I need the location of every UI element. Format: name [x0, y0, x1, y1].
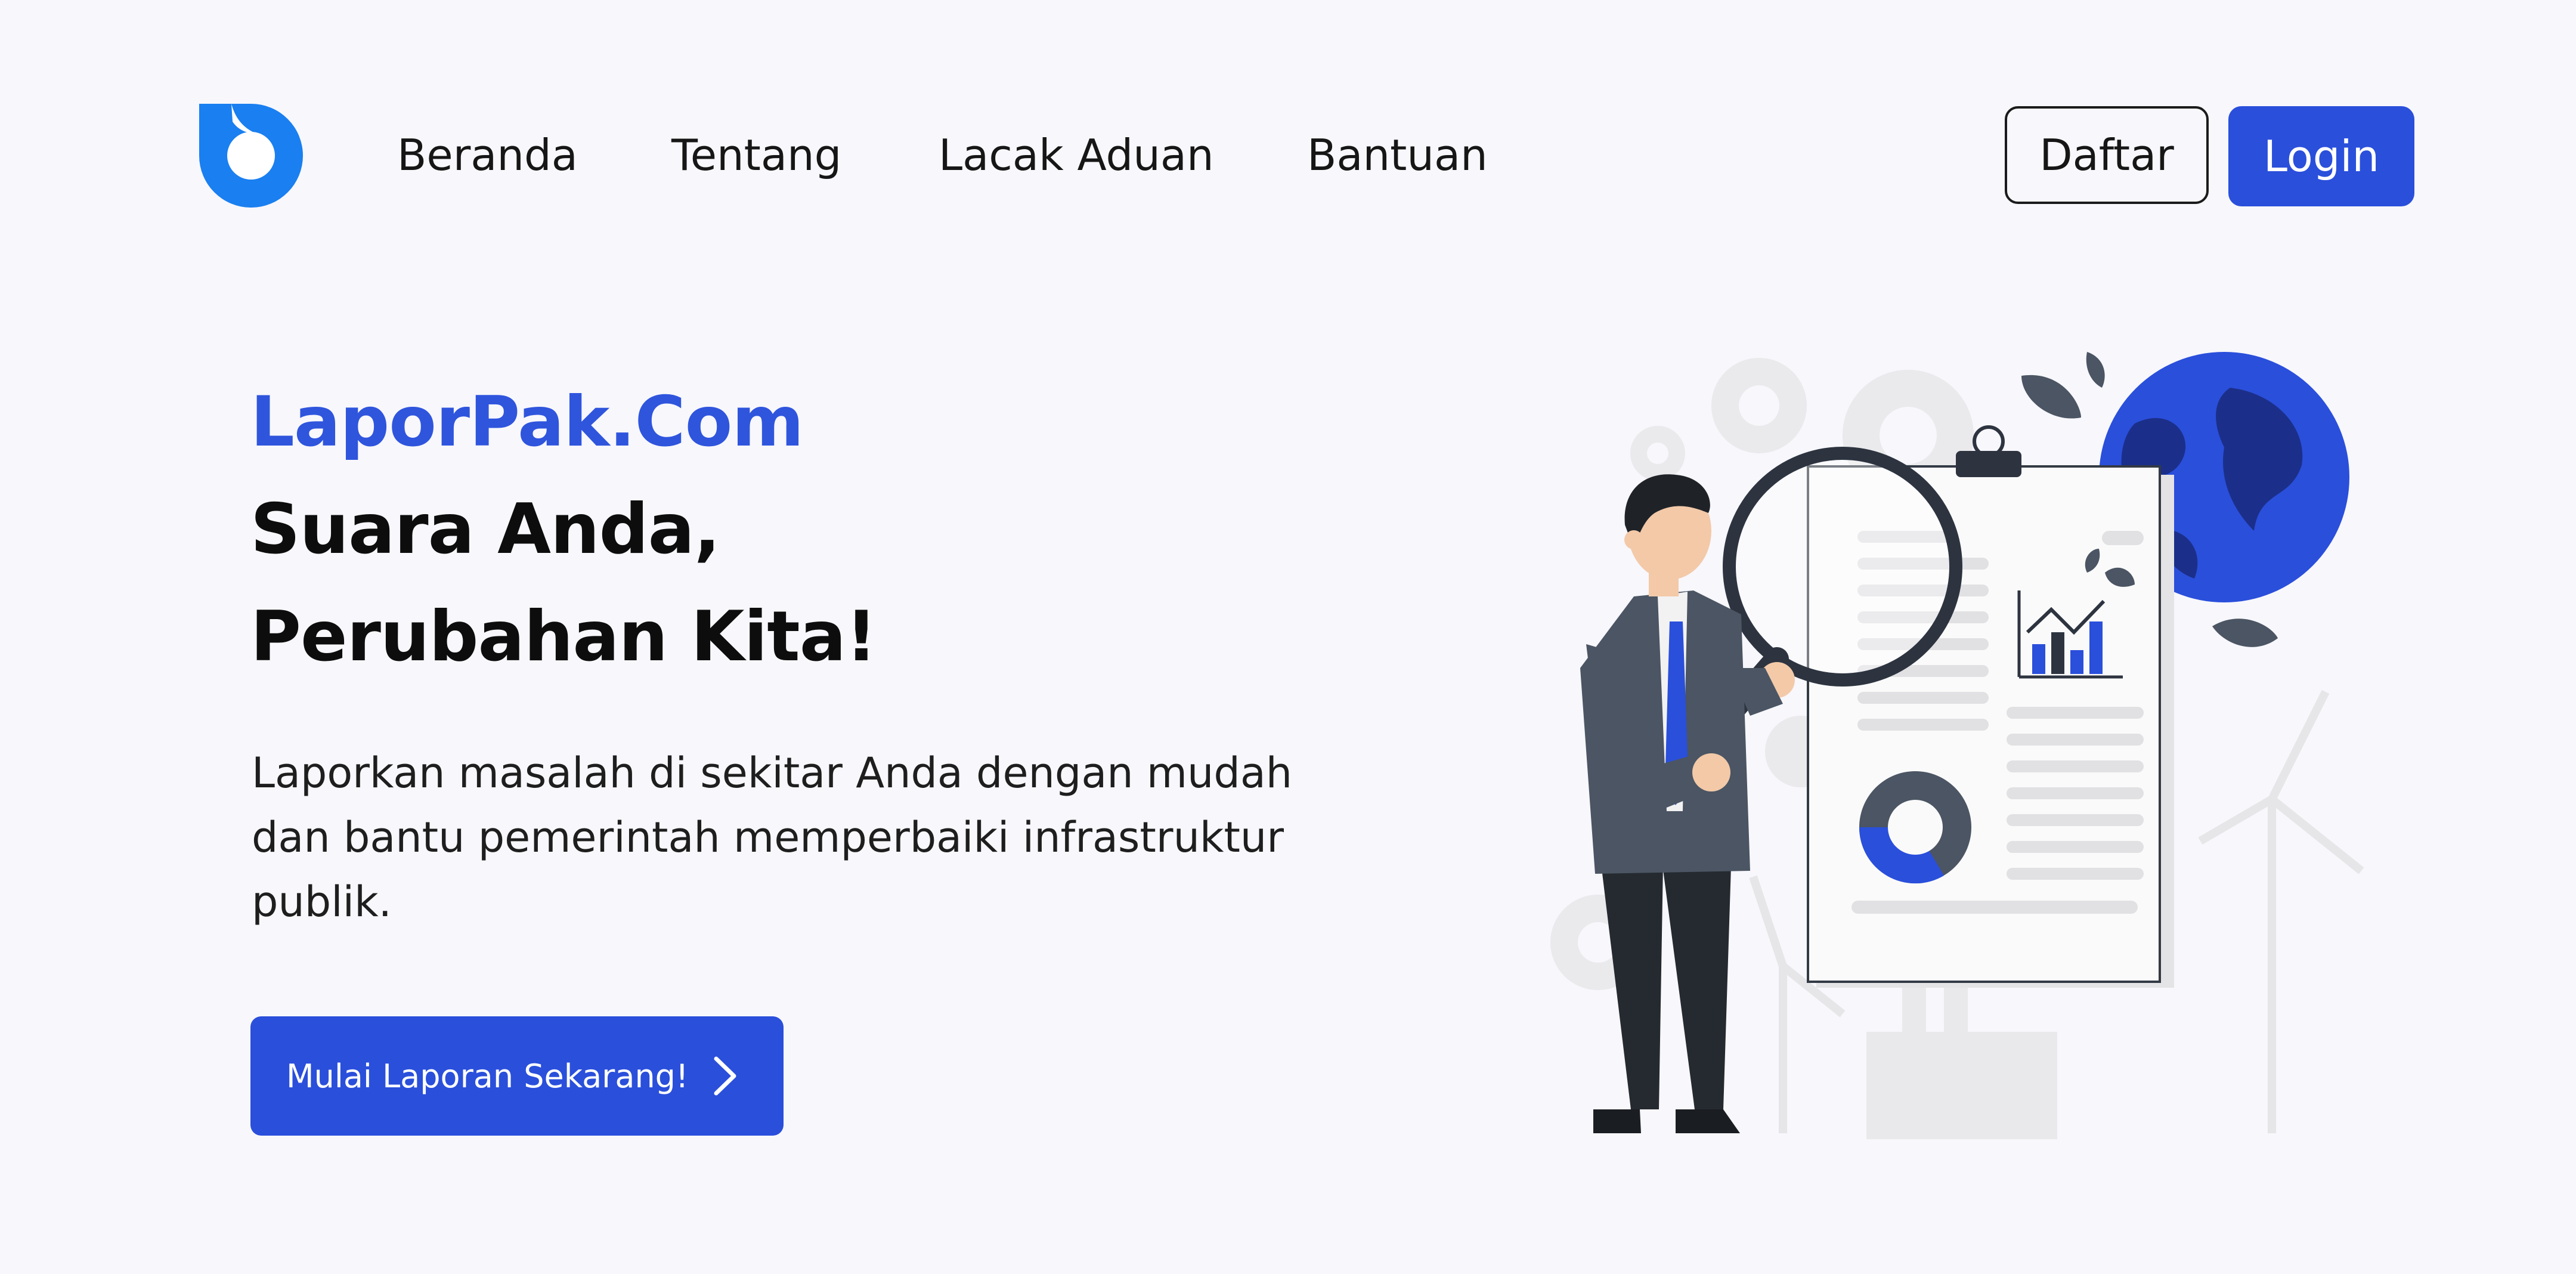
start-report-label: Mulai Laporan Sekarang! — [286, 1057, 689, 1095]
start-report-button[interactable]: Mulai Laporan Sekarang! — [250, 1016, 784, 1136]
login-button[interactable]: Login — [2228, 106, 2414, 206]
brand-title: LaporPak.Com — [250, 382, 804, 462]
headline-line-1: Suara Anda, — [250, 489, 720, 570]
hero-description: Laporkan masalah di sekitar Anda dengan … — [252, 749, 1293, 926]
nav-link-lacak-aduan[interactable]: Lacak Aduan — [939, 125, 1214, 185]
droplet-logo-icon[interactable] — [199, 104, 303, 208]
headline-line-2: Perubahan Kita! — [250, 596, 877, 677]
register-button[interactable]: Daftar — [2005, 106, 2209, 204]
chevron-right-icon — [714, 1056, 736, 1096]
nav-link-beranda[interactable]: Beranda — [397, 125, 578, 185]
nav-link-tentang[interactable]: Tentang — [671, 125, 841, 185]
nav-link-bantuan[interactable]: Bantuan — [1307, 125, 1488, 185]
man-with-magnifier-report-illustration — [1550, 352, 2364, 1139]
